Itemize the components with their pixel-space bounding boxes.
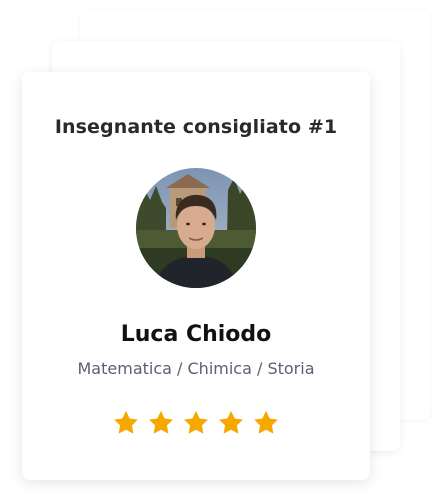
star-icon [253,410,279,435]
star-icon [218,410,244,435]
teacher-avatar [136,168,256,288]
teacher-card[interactable]: Insegnante consigliato #1 Luca Chiodo Ma… [22,72,370,480]
rating-stars [22,410,370,435]
teacher-subjects: Matematica / Chimica / Storia [77,359,315,378]
star-icon [148,410,174,435]
star-icon [113,410,139,435]
teacher-photo [136,168,256,288]
card-title: Insegnante consigliato #1 [54,116,338,138]
recommended-teacher-widget: Insegnante consigliato #1 Luca Chiodo Ma… [0,0,440,502]
teacher-name: Luca Chiodo [120,322,272,347]
star-icon [183,410,209,435]
